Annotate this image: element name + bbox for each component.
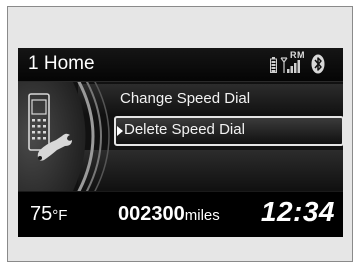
bluetooth-icon [311,54,325,74]
temperature-value: 75 [30,203,53,225]
odometer-value: 002300 [118,203,185,225]
menu-item-label: Delete Speed Dial [124,121,245,138]
title-bar: 1 Home RM [18,48,343,82]
menu-item-change-speed-dial[interactable]: Change Speed Dial [118,85,338,113]
outside-temperature: 75°F [30,203,67,226]
clock: 12:34 [260,196,335,227]
menu-item-label: Change Speed Dial [120,90,251,107]
odometer-unit: miles [184,207,220,224]
roaming-indicator: RM [290,50,305,60]
selection-arrow-icon [117,126,123,136]
menu-item-delete-speed-dial[interactable]: Delete Speed Dial [114,116,343,146]
temperature-unit: °F [52,207,68,224]
menu-area: Change Speed Dial Delete Speed Dial [18,82,343,191]
phone-settings-icon [28,93,72,161]
infotainment-screen: 1 Home RM Change Speed Dial Delete Speed… [18,48,343,237]
info-bar: 75°F 002300miles 12:34 [18,191,343,237]
battery-icon [270,57,277,73]
odometer: 002300miles [118,203,220,226]
page-title: 1 Home [28,53,95,74]
